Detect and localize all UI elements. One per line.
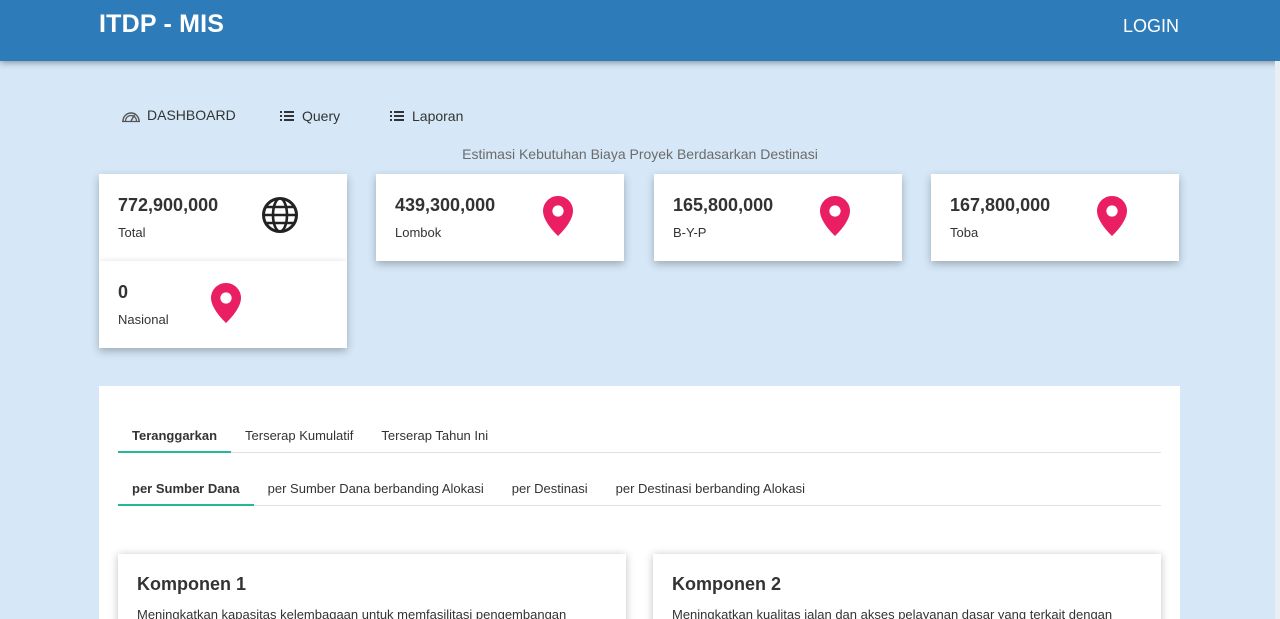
map-marker-icon bbox=[1097, 196, 1127, 236]
stat-card-nasional: 0 Nasional bbox=[99, 261, 347, 348]
tab-terserap-kumulatif[interactable]: Terserap Kumulatif bbox=[231, 418, 367, 452]
component-description: Meningkatkan kualitas jalan dan akses pe… bbox=[672, 607, 1113, 619]
login-link[interactable]: LOGIN bbox=[1123, 16, 1179, 37]
list-icon bbox=[280, 111, 294, 121]
stat-label: Toba bbox=[950, 225, 979, 240]
tab-per-destinasi[interactable]: per Destinasi bbox=[498, 471, 602, 505]
stat-label: B-Y-P bbox=[673, 225, 707, 240]
menu-query-label: Query bbox=[302, 108, 341, 124]
report-panel: Teranggarkan Terserap Kumulatif Terserap… bbox=[99, 386, 1180, 619]
stat-value: 0 bbox=[118, 282, 129, 302]
stat-value: 167,800,000 bbox=[950, 195, 1051, 215]
menu-query[interactable]: Query bbox=[280, 108, 340, 124]
list-icon bbox=[390, 111, 404, 121]
component-card-2: Komponen 2 Meningkatkan kualitas jalan d… bbox=[653, 554, 1161, 619]
component-title: Komponen 1 bbox=[137, 574, 247, 594]
app-brand[interactable]: ITDP - MIS bbox=[99, 10, 224, 39]
stat-label: Lombok bbox=[395, 225, 442, 240]
stat-card-total: 772,900,000 Total bbox=[99, 174, 347, 261]
menu-dashboard-label: DASHBOARD bbox=[147, 107, 236, 123]
top-navbar: ITDP - MIS LOGIN bbox=[0, 0, 1280, 61]
stat-card-byp: 165,800,000 B-Y-P bbox=[654, 174, 902, 261]
primary-tabs: Teranggarkan Terserap Kumulatif Terserap… bbox=[118, 418, 1161, 453]
stat-label: Nasional bbox=[118, 312, 169, 327]
stat-card-toba: 167,800,000 Toba bbox=[931, 174, 1179, 261]
menu-laporan[interactable]: Laporan bbox=[390, 108, 463, 124]
globe-icon bbox=[262, 197, 298, 233]
stat-label: Total bbox=[118, 225, 146, 240]
tab-teranggarkan[interactable]: Teranggarkan bbox=[118, 418, 232, 453]
component-description: Meningkatkan kapasitas kelembagaan untuk… bbox=[137, 607, 567, 619]
menu-laporan-label: Laporan bbox=[412, 108, 464, 124]
tab-terserap-tahun-ini[interactable]: Terserap Tahun Ini bbox=[367, 418, 502, 452]
section-title: Estimasi Kebutuhan Biaya Proyek Berdasar… bbox=[462, 146, 818, 162]
map-marker-icon bbox=[543, 196, 573, 236]
stat-value: 439,300,000 bbox=[395, 195, 496, 215]
map-marker-icon bbox=[820, 196, 850, 236]
secondary-tabs: per Sumber Dana per Sumber Dana berbandi… bbox=[118, 471, 1161, 506]
tab-per-sumber-dana-alokasi[interactable]: per Sumber Dana berbanding Alokasi bbox=[254, 471, 498, 505]
stat-value: 772,900,000 bbox=[118, 195, 219, 215]
page-scrollbar[interactable] bbox=[1275, 61, 1280, 619]
component-title: Komponen 2 bbox=[672, 574, 782, 594]
dashboard-icon bbox=[122, 112, 140, 123]
component-card-1: Komponen 1 Meningkatkan kapasitas kelemb… bbox=[118, 554, 626, 619]
tab-per-destinasi-alokasi[interactable]: per Destinasi berbanding Alokasi bbox=[602, 471, 819, 505]
tab-per-sumber-dana[interactable]: per Sumber Dana bbox=[118, 471, 254, 506]
menu-dashboard[interactable]: DASHBOARD bbox=[121, 107, 236, 123]
map-marker-icon bbox=[211, 283, 241, 323]
stat-value: 165,800,000 bbox=[673, 195, 774, 215]
stat-card-lombok: 439,300,000 Lombok bbox=[376, 174, 624, 261]
